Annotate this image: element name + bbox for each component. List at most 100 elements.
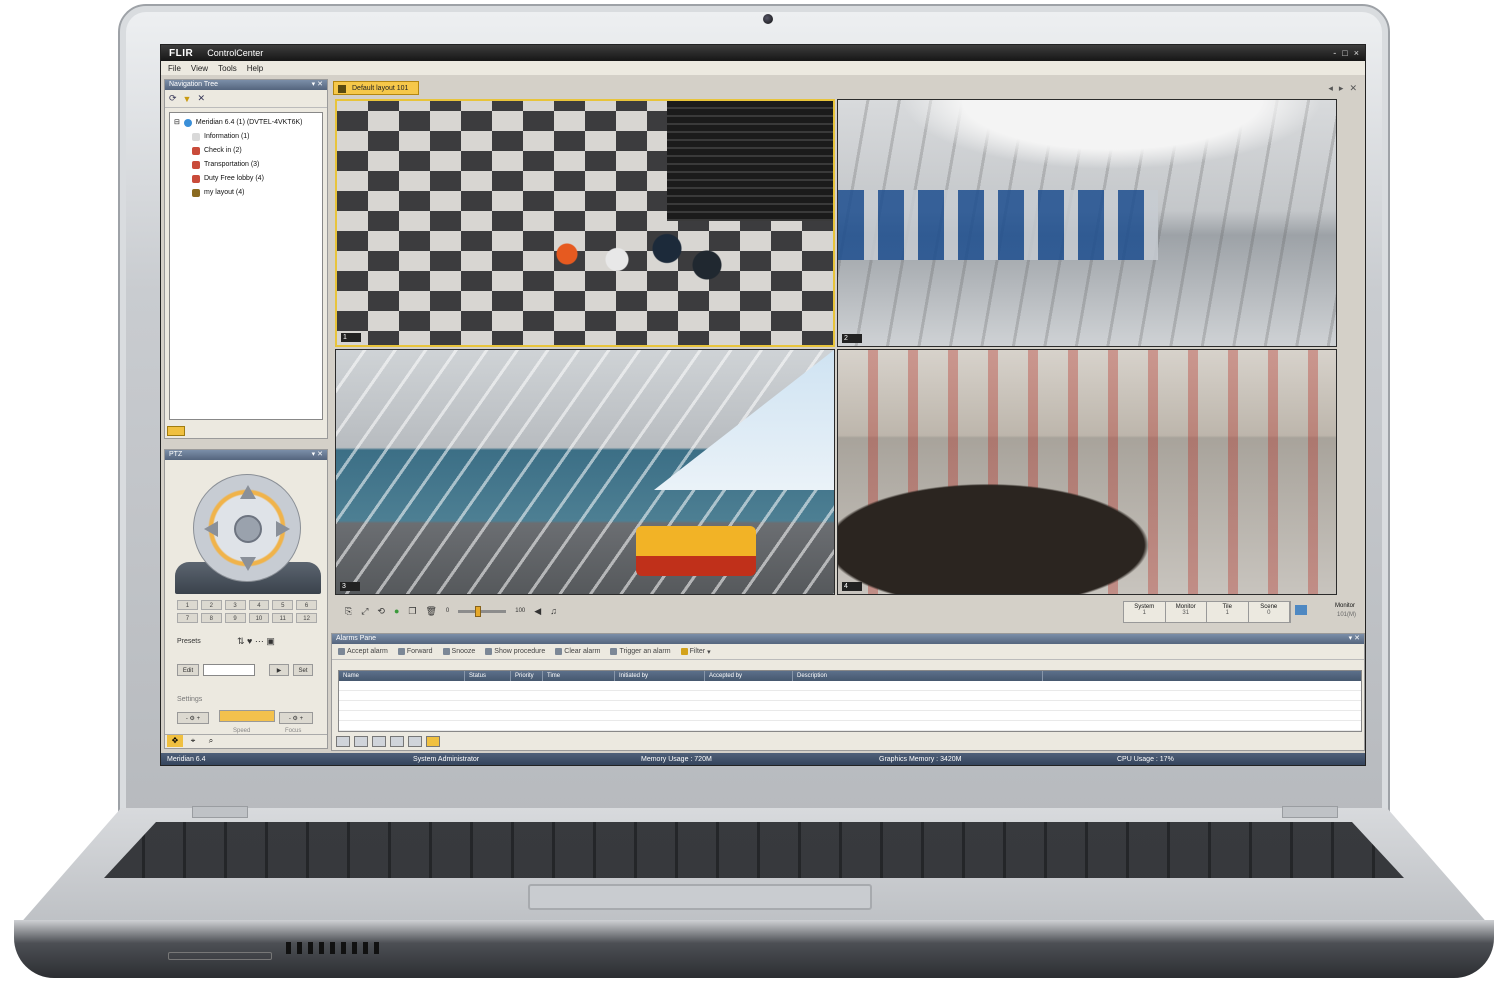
column-header-filler [1043,671,1361,681]
ptz-bottom-toolbar: ✥ ⌖ ⌕ [165,734,327,748]
pan-up-icon[interactable] [240,485,256,499]
focus-control[interactable]: - ⚙ + [279,712,313,724]
column-header[interactable]: Priority [511,671,543,681]
preset-button[interactable]: 4 [248,600,270,610]
video-tile[interactable]: 4 [837,349,1337,595]
panel-controls[interactable]: ▾ ✕ [312,80,323,90]
preset-button[interactable]: 3 [224,600,246,610]
tree-item[interactable]: my layout (4) [174,186,322,200]
menu-view[interactable]: View [191,64,208,73]
tree-item[interactable]: Information (1) [174,130,322,144]
menu-file[interactable]: File [168,64,181,73]
preset-button[interactable]: 10 [248,613,270,623]
column-header[interactable]: Name [339,671,465,681]
tab-default-layout[interactable]: Default layout 101 [333,81,420,95]
nav-toolbar: ⟳ ▼ ✕ [165,90,327,108]
forward-button[interactable]: Forward [397,648,433,655]
playback-icon[interactable]: ⟲ [377,606,385,617]
edit-button[interactable]: Edit [177,664,199,676]
audio-icon[interactable]: ♫ [550,606,557,616]
alarm-user-icon[interactable] [390,736,404,747]
card-slot [168,952,272,960]
panel-controls[interactable]: ▾ ✕ [312,450,323,460]
preset-button[interactable]: 12 [296,613,317,623]
tree-item[interactable]: Transportation (3) [174,158,322,172]
column-header[interactable]: Description [793,671,1043,681]
show-procedure-button[interactable]: Show procedure [485,648,545,655]
tree-item[interactable]: Check in (2) [174,144,322,158]
preset-button[interactable]: 1 [177,600,198,610]
ptz-center-button[interactable] [234,515,262,543]
set-button[interactable]: Set [293,664,313,676]
column-header[interactable]: Status [465,671,511,681]
bus [636,526,756,576]
preset-button[interactable]: 11 [272,613,294,623]
alarm-add-icon[interactable] [426,736,440,747]
clear-alarm-button[interactable]: Clear alarm [555,648,600,655]
preset-select[interactable] [203,664,255,676]
preset-button[interactable]: 6 [296,600,317,610]
iris-control[interactable]: - ⚙ + [177,712,209,724]
zoom-slider[interactable] [458,605,507,617]
pan-right-icon[interactable] [276,521,290,537]
preset-button[interactable]: 9 [224,613,246,623]
tree-root[interactable]: ⊟ Meridian 6.4 (1) (DVTEL-4VKT6K) [174,116,322,130]
hinge-right [1282,806,1338,818]
button-label: Clear alarm [564,648,601,655]
alarm-info-icon[interactable] [336,736,350,747]
alarm-list-icon[interactable] [372,736,386,747]
go-preset-button[interactable]: ▶ [269,664,289,676]
pan-left-icon[interactable] [204,521,218,537]
video-tile[interactable]: 2 [837,99,1337,347]
remove-icon[interactable]: ✕ [197,93,205,104]
preset-button[interactable]: 5 [272,600,294,610]
nav-footer-button[interactable] [167,426,185,436]
alarm-settings-icon[interactable] [354,736,368,747]
zoom-camera-icon[interactable]: ⌖ [185,735,201,747]
departure-board [667,101,833,221]
refresh-icon[interactable]: ⟳ [169,93,177,104]
preset-button[interactable]: 2 [200,600,222,610]
video-tile[interactable]: 1 [335,99,835,347]
presets-label: Presets [177,638,201,645]
column-header[interactable]: Initiated by [615,671,705,681]
copy-icon[interactable]: ❐ [408,606,416,617]
column-header[interactable]: Time [543,671,615,681]
panel-controls[interactable]: ▾ ✕ [1349,634,1360,644]
fullscreen-icon[interactable]: ⤢ [361,606,368,617]
close-button[interactable]: × [1354,48,1359,58]
tab-prev-icon[interactable]: ◂ [1328,83,1333,94]
accept-alarm-button[interactable]: Accept alarm [338,648,388,655]
magnifier-icon[interactable]: ⌕ [203,735,219,747]
app-title: ControlCenter [207,48,264,58]
filter-button[interactable]: Filter ▾ [680,648,711,656]
minimize-button[interactable]: - [1333,48,1336,58]
delete-icon[interactable]: 🗑 [425,606,436,617]
filter-icon[interactable]: ▼ [183,94,192,104]
alarm-clock-icon[interactable] [408,736,422,747]
menu-help[interactable]: Help [247,64,263,73]
speed-slider[interactable] [219,710,275,722]
monitor-icon[interactable] [1295,605,1307,615]
preset-button[interactable]: 7 [177,613,198,623]
video-tile[interactable]: 3 [335,349,835,595]
pan-down-icon[interactable] [240,557,256,571]
snooze-button[interactable]: Snooze [442,648,475,655]
zoom-slider-thumb[interactable] [475,605,482,617]
tab-close-icon[interactable]: ✕ [1349,83,1357,94]
column-header[interactable]: Accepted by [705,671,793,681]
preset-tools-icon[interactable]: ⇅ ♥ ⋯ ▣ [237,636,275,647]
alarm-bottom-toolbar [336,736,440,748]
bookmark-icon[interactable]: ● [394,606,399,616]
move-icon[interactable]: ✥ [167,735,183,747]
preset-button[interactable]: 8 [200,613,222,623]
ptz-joystick[interactable] [193,474,301,582]
volume-icon[interactable]: ◀ [534,606,541,617]
maximize-button[interactable]: □ [1342,48,1347,58]
tab-next-icon[interactable]: ▸ [1339,83,1344,94]
menu-tools[interactable]: Tools [218,64,237,73]
expand-icon[interactable]: ⊟ [174,116,180,130]
tree-item[interactable]: Duty Free lobby (4) [174,172,322,186]
trigger-alarm-button[interactable]: Trigger an alarm [610,648,671,655]
snapshot-icon[interactable]: ⎘ [345,606,352,617]
